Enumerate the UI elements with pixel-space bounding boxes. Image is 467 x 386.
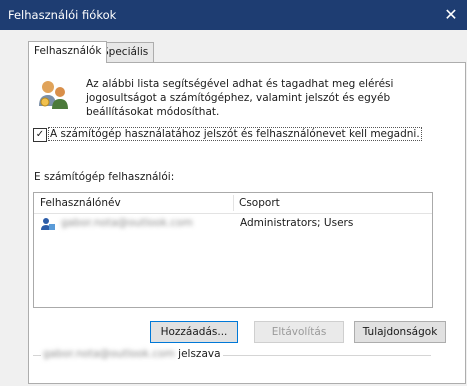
remove-button-label: Eltávolítás	[271, 326, 327, 338]
table-row[interactable]: gabor.nota@outlook.com Administrators; U…	[35, 215, 431, 233]
add-button-label: Hozzáadás...	[160, 326, 228, 338]
password-group-suffix: jelszava	[178, 348, 221, 360]
row-group: Administrators; Users	[240, 217, 354, 229]
add-user-button[interactable]: Hozzáadás...	[150, 321, 238, 343]
list-header: Felhasználónév Csoport	[34, 193, 432, 214]
column-header-group[interactable]: Csoport	[239, 197, 280, 209]
password-group: gabor.nota@outlook.com jelszava	[33, 348, 431, 386]
column-separator[interactable]	[233, 195, 234, 211]
intro-text: Az alábbi lista segítségével adhat és ta…	[86, 78, 394, 118]
close-icon[interactable]: ✕	[438, 1, 464, 29]
remove-user-button[interactable]: Eltávolítás	[254, 321, 344, 343]
require-password-label[interactable]: A számítógép használatához jelszót és fe…	[48, 127, 422, 141]
tab-users[interactable]: Felhasználók	[28, 41, 108, 63]
row-username: gabor.nota@outlook.com	[61, 217, 193, 229]
users-section-label: E számítógép felhasználói:	[34, 171, 175, 183]
require-password-checkbox[interactable]: ✓	[33, 128, 47, 142]
password-group-label: gabor.nota@outlook.com jelszava	[41, 348, 223, 360]
users-icon	[39, 81, 68, 109]
password-group-user: gabor.nota@outlook.com	[43, 348, 175, 360]
title-bar: Felhasználói fiókok ✕	[0, 0, 467, 30]
properties-button-label: Tulajdonságok	[362, 326, 438, 338]
window-title: Felhasználói fiókok	[8, 8, 117, 22]
column-header-username[interactable]: Felhasználónév	[40, 197, 121, 209]
users-list[interactable]: Felhasználónév Csoport gabor.nota@outloo…	[33, 192, 433, 308]
properties-button[interactable]: Tulajdonságok	[354, 321, 446, 343]
user-icon	[41, 218, 55, 230]
